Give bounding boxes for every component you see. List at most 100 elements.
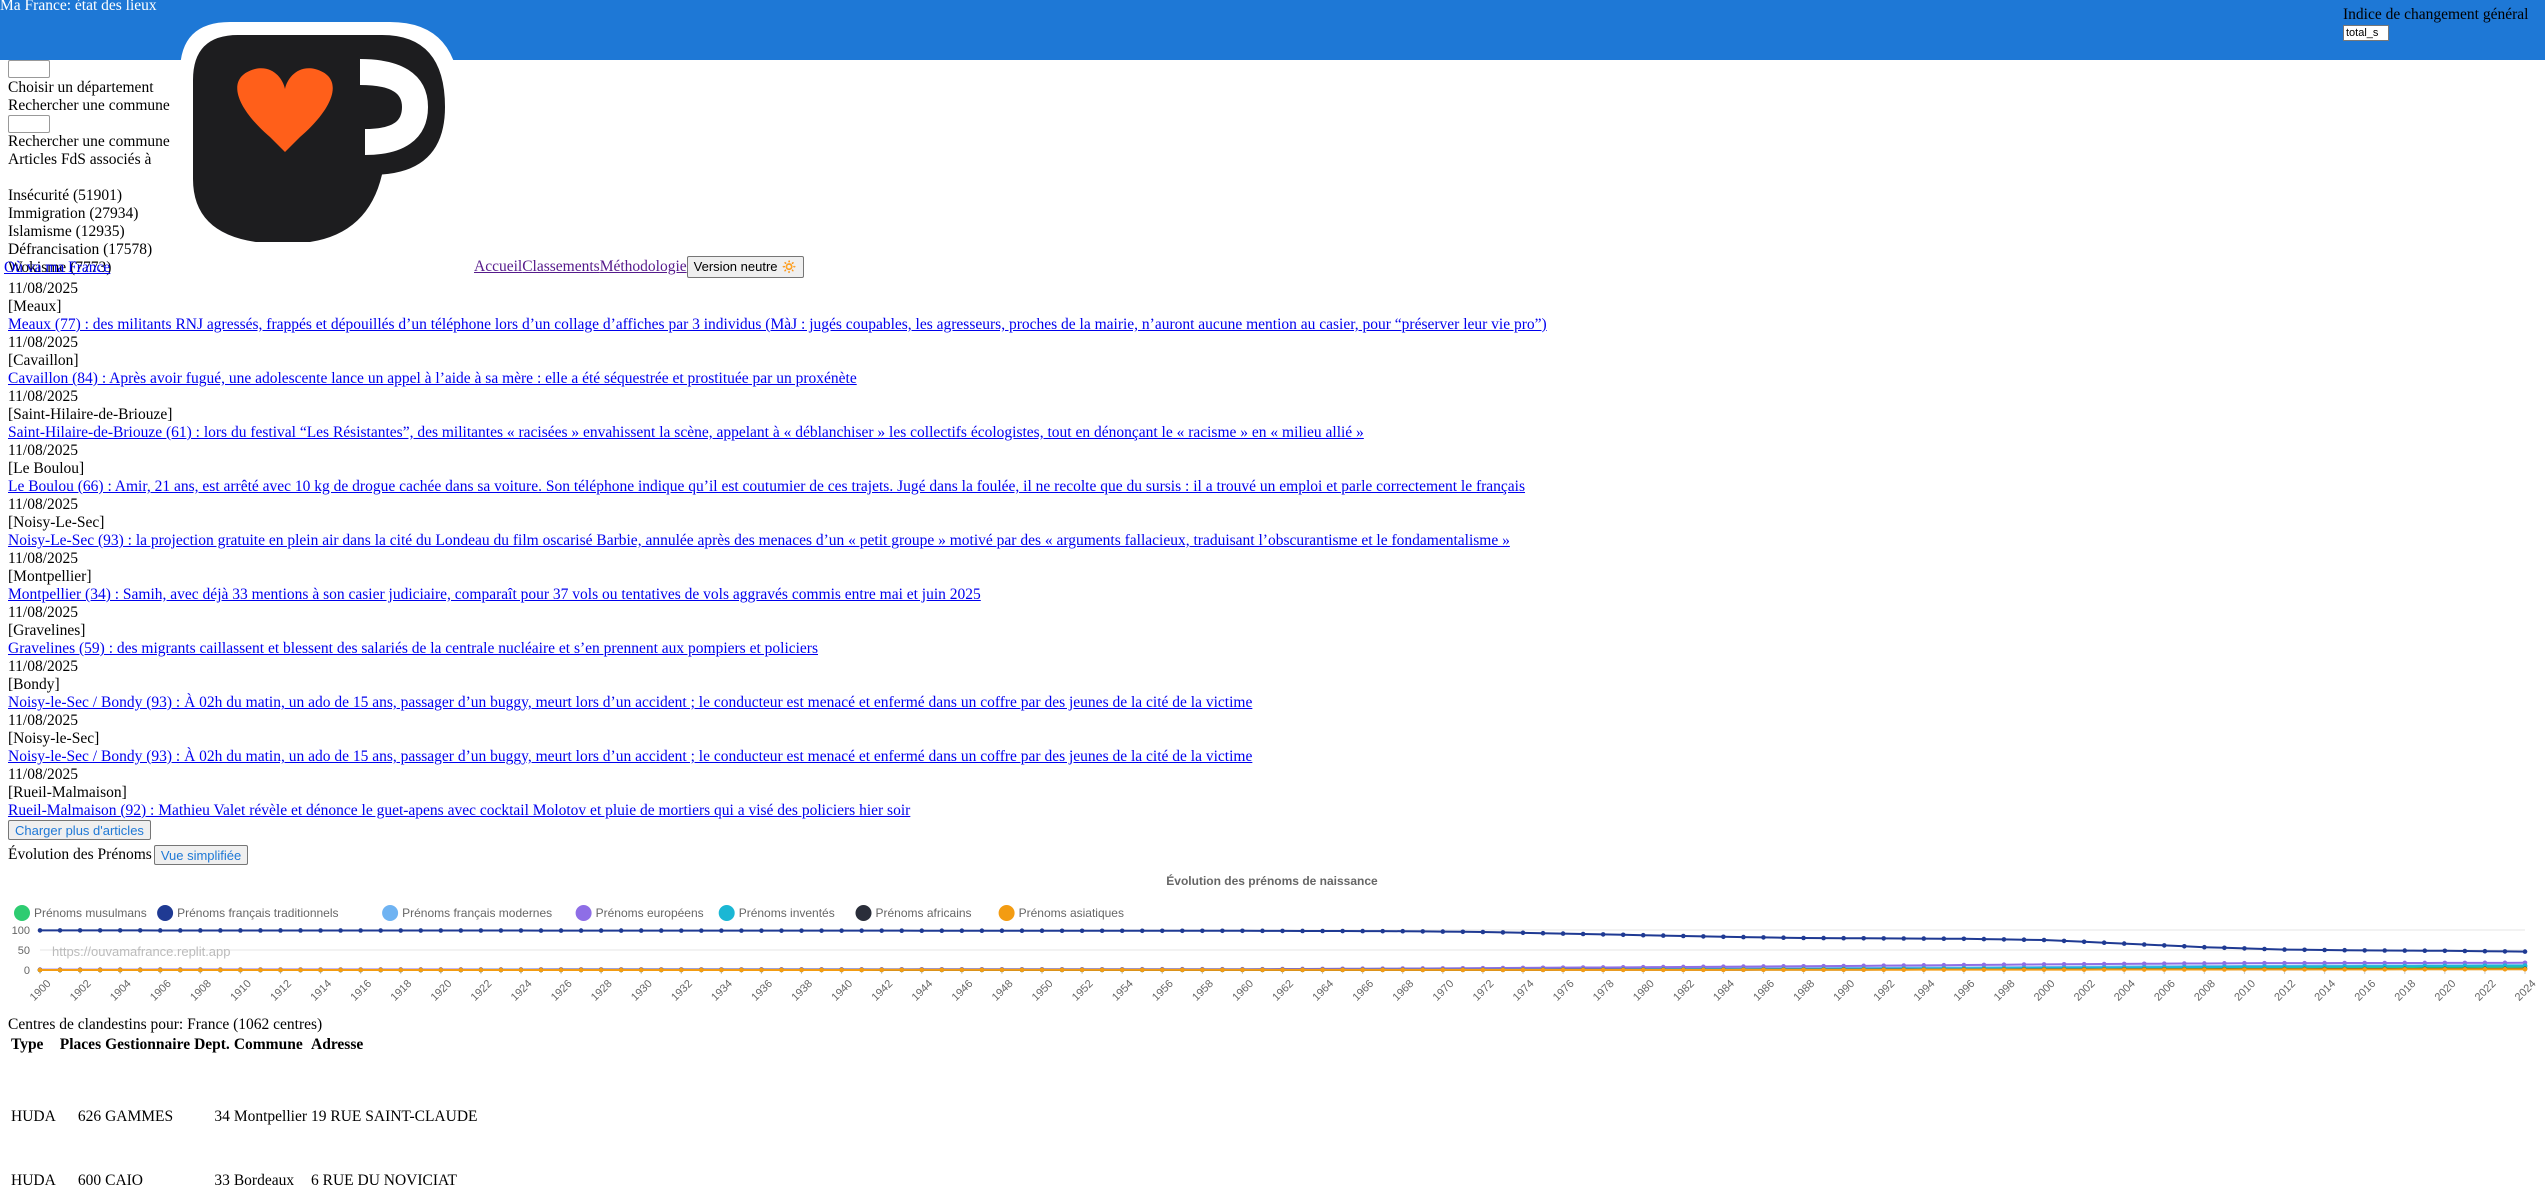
data-point [999, 928, 1005, 934]
article-link[interactable]: Noisy-Le-Sec (93) : la projection gratui… [8, 532, 1547, 550]
category-immigration[interactable]: Immigration (27934) [8, 205, 170, 223]
data-point [338, 967, 343, 973]
x-tick-label: 1978 [1591, 978, 1617, 1004]
data-point [2322, 967, 2327, 972]
home-logo-link[interactable]: Où va ma France [4, 259, 110, 277]
data-point [2462, 948, 2468, 954]
data-point [1220, 967, 1225, 973]
data-point [999, 967, 1005, 973]
data-point [37, 928, 43, 933]
x-tick-label: 1924 [509, 978, 535, 1004]
x-tick-label: 1974 [1511, 978, 1537, 1004]
data-point [438, 967, 444, 973]
data-point [2161, 967, 2167, 972]
category-insecurite[interactable]: Insécurité (51901) [8, 187, 170, 205]
x-tick-label: 1900 [28, 978, 54, 1004]
commune-search-input[interactable] [8, 114, 50, 133]
mug-heart-logo [180, 22, 460, 252]
nav-classements[interactable]: Classements [522, 258, 600, 276]
category-islamisme[interactable]: Islamisme (12935) [8, 223, 170, 241]
data-point [157, 967, 163, 973]
article-place: [Meaux] [8, 298, 62, 315]
data-point [2342, 967, 2347, 972]
x-tick-label: 1942 [870, 978, 896, 1004]
article-link[interactable]: Noisy-le-Sec / Bondy (93) : À 02h du mat… [8, 748, 1547, 766]
neutral-version-button[interactable]: Version neutre 🔅 [686, 256, 805, 278]
data-point [1159, 928, 1165, 934]
data-point [318, 928, 323, 933]
x-tick-label: 1982 [1671, 978, 1697, 1004]
data-point [2101, 940, 2107, 945]
data-point [2041, 937, 2047, 943]
department-input[interactable] [8, 60, 50, 78]
simplified-view-button[interactable]: Vue simplifiée [153, 845, 249, 865]
data-point [1540, 930, 1546, 936]
data-point [1901, 967, 1907, 972]
data-point [1981, 967, 1987, 972]
data-point [398, 928, 404, 933]
data-point [518, 928, 524, 933]
data-point [1079, 928, 1085, 934]
data-point [618, 928, 624, 933]
legend-label: Prénoms asiatiques [1019, 906, 1124, 920]
centres-header-row: Type Places Gestionnaire Dept. Commune Adress… [10, 1035, 478, 1055]
table-row: HUDA 626 GAMMES 34 Montpellier 19 RUE SAINT-C… [10, 1057, 478, 1127]
data-point [2242, 967, 2247, 972]
table-cell: HUDA [11, 1172, 56, 1189]
table-row: HUDA 600 CAIO 33 Bordeaux 6 RUE DU NOVICIAT [10, 1129, 478, 1191]
data-point [1139, 928, 1145, 934]
data-point [2362, 948, 2367, 953]
article-link[interactable]: Gravelines (59) : des migrants caillasse… [8, 640, 1547, 658]
data-point [939, 967, 945, 973]
article-link[interactable]: Meaux (77) : des militants RNJ agressés,… [8, 316, 1547, 334]
data-point [238, 967, 243, 973]
data-point [959, 967, 965, 973]
data-point [2402, 967, 2408, 972]
data-point [719, 928, 724, 933]
data-point [318, 967, 323, 973]
article-link[interactable]: Saint-Hilaire-de-Briouze (61) : lors du … [8, 424, 1547, 442]
article-date: 11/08/2025 [8, 388, 79, 405]
x-tick-label: 1904 [108, 978, 134, 1004]
x-tick-label: 1952 [1070, 978, 1096, 1004]
data-point [1660, 967, 1666, 973]
data-point [578, 928, 584, 933]
article-link[interactable]: Cavaillon (84) : Après avoir fugué, une … [8, 370, 1547, 388]
data-point [358, 967, 363, 973]
legend-swatch [157, 905, 174, 921]
x-tick-label: 2014 [2312, 978, 2338, 1004]
data-point [919, 967, 925, 973]
x-tick-label: 1998 [1992, 978, 2018, 1004]
x-tick-label: 2020 [2433, 978, 2459, 1004]
data-point [1340, 928, 1345, 934]
chart-title: Évolution des prénoms de naissance [1166, 873, 1378, 888]
article-link[interactable]: Noisy-le-Sec / Bondy (93) : À 02h du mat… [8, 694, 1547, 712]
data-point [1540, 967, 1546, 973]
data-point [177, 967, 183, 973]
article-link[interactable]: Montpellier (34) : Samih, avec déjà 33 m… [8, 586, 1547, 604]
table-cell: Bordeaux [233, 1172, 295, 1189]
data-point [1941, 936, 1947, 941]
data-point [1701, 934, 1706, 939]
nav-methodologie[interactable]: Méthodologie [600, 258, 687, 276]
indice-select[interactable] [2343, 25, 2389, 41]
data-point [2382, 948, 2388, 953]
data-point [2502, 949, 2508, 954]
data-point [1520, 930, 1526, 936]
data-point [2222, 967, 2227, 972]
data-point [1240, 928, 1245, 934]
data-point [117, 928, 123, 933]
data-point [2382, 967, 2388, 972]
data-point [1580, 931, 1586, 937]
x-tick-label: 1938 [789, 978, 815, 1004]
nav-accueil[interactable]: Accueil [474, 258, 522, 276]
x-tick-label: 1968 [1391, 978, 1417, 1004]
data-point [558, 928, 564, 933]
legend-label: Prénoms français traditionnels [177, 906, 338, 920]
chart-watermark: https://ouvamafrance.replit.app [52, 944, 231, 959]
article-link[interactable]: Le Boulou (66) : Amir, 21 ans, est arrêt… [8, 478, 1547, 496]
category-defrancisation[interactable]: Défrancisation (17578) [8, 241, 170, 259]
data-point [2522, 949, 2528, 954]
article-link[interactable]: Rueil-Malmaison (92) : Mathieu Valet rév… [8, 802, 1547, 820]
load-more-button[interactable]: Charger plus d'articles [8, 820, 151, 840]
